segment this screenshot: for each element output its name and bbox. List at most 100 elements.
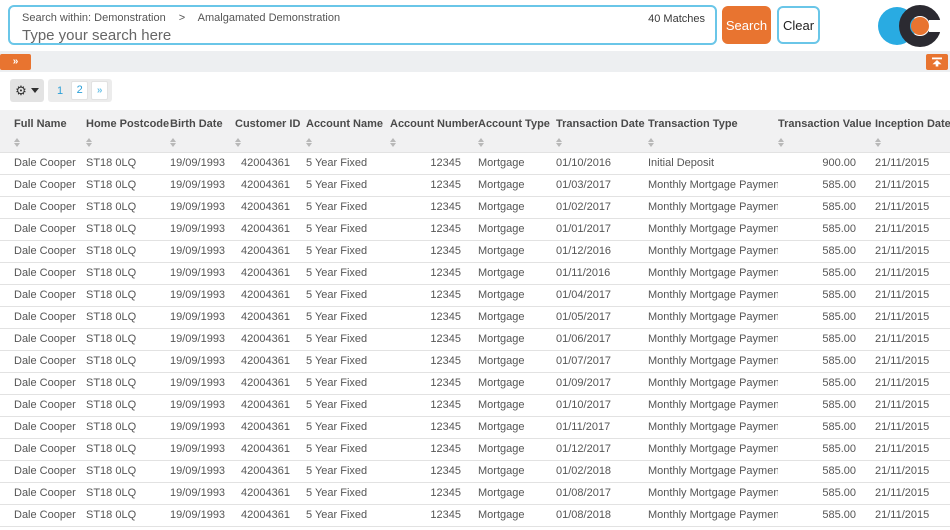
table-cell: 42004361 [235, 328, 306, 350]
table-row[interactable]: Dale CooperST18 0LQ19/09/1993420043615 Y… [0, 372, 950, 394]
table-cell: 12345 [390, 482, 478, 504]
column-header-account-number[interactable]: Account Number [390, 110, 478, 152]
search-box[interactable]: Search within: Demonstration > Amalgamat… [8, 5, 717, 45]
table-row[interactable]: Dale CooperST18 0LQ19/09/1993420043615 Y… [0, 504, 950, 526]
column-header-customer-id[interactable]: Customer ID [235, 110, 306, 152]
table-cell: Mortgage [478, 284, 556, 306]
table-cell: Mortgage [478, 460, 556, 482]
table-cell: 19/09/1993 [170, 482, 235, 504]
column-header-label: Full Name [14, 118, 82, 130]
expand-panel-button[interactable]: » [0, 54, 31, 70]
column-header-transaction-type[interactable]: Transaction Type [648, 110, 778, 152]
table-cell: 585.00 [778, 372, 875, 394]
sort-icon[interactable] [235, 138, 241, 147]
table-cell: Mortgage [478, 196, 556, 218]
table-cell: 01/02/2017 [556, 196, 648, 218]
table-cell: Dale Cooper [0, 482, 86, 504]
table-row[interactable]: Dale CooperST18 0LQ19/09/1993420043615 Y… [0, 262, 950, 284]
table-cell: Mortgage [478, 328, 556, 350]
table-cell: 5 Year Fixed [306, 218, 390, 240]
table-cell: 585.00 [778, 504, 875, 526]
table-row[interactable]: Dale CooperST18 0LQ19/09/1993420043615 Y… [0, 460, 950, 482]
collapse-top-button[interactable] [926, 54, 948, 70]
table-cell: ST18 0LQ [86, 460, 170, 482]
column-header-birth-date[interactable]: Birth Date [170, 110, 235, 152]
pagination-page-2[interactable]: 2 [71, 81, 88, 100]
pagination: 1 2 » [48, 79, 112, 102]
table-cell: 12345 [390, 416, 478, 438]
table-row[interactable]: Dale CooperST18 0LQ19/09/1993420043615 Y… [0, 174, 950, 196]
table-row[interactable]: Dale CooperST18 0LQ19/09/1993420043615 Y… [0, 394, 950, 416]
table-row[interactable]: Dale CooperST18 0LQ19/09/1993420043615 Y… [0, 306, 950, 328]
column-header-account-type[interactable]: Account Type [478, 110, 556, 152]
table-cell: ST18 0LQ [86, 482, 170, 504]
table-cell: ST18 0LQ [86, 416, 170, 438]
table-cell: 19/09/1993 [170, 284, 235, 306]
table-cell: 21/11/2015 [875, 262, 950, 284]
table-row[interactable]: Dale CooperST18 0LQ19/09/1993420043615 Y… [0, 240, 950, 262]
sort-icon[interactable] [556, 138, 562, 147]
breadcrumb-separator: > [179, 12, 185, 24]
table-row[interactable]: Dale CooperST18 0LQ19/09/1993420043615 Y… [0, 328, 950, 350]
sort-icon[interactable] [306, 138, 312, 147]
table-cell: 5 Year Fixed [306, 262, 390, 284]
table-row[interactable]: Dale CooperST18 0LQ19/09/1993420043615 Y… [0, 196, 950, 218]
sort-up-arrow [390, 138, 396, 142]
column-header-label: Home Postcode [86, 118, 166, 130]
table-cell: Dale Cooper [0, 460, 86, 482]
column-header-transaction-date[interactable]: Transaction Date [556, 110, 648, 152]
sort-icon[interactable] [648, 138, 654, 147]
table-row[interactable]: Dale CooperST18 0LQ19/09/1993420043615 Y… [0, 350, 950, 372]
table-cell: ST18 0LQ [86, 284, 170, 306]
table-row[interactable]: Dale CooperST18 0LQ19/09/1993420043615 Y… [0, 482, 950, 504]
table-cell: Mortgage [478, 174, 556, 196]
sort-icon[interactable] [875, 138, 881, 147]
table-row[interactable]: Dale CooperST18 0LQ19/09/1993420043615 Y… [0, 284, 950, 306]
table-row[interactable]: Dale CooperST18 0LQ19/09/1993420043615 Y… [0, 218, 950, 240]
table-cell: 01/09/2017 [556, 372, 648, 394]
table-cell: Mortgage [478, 372, 556, 394]
breadcrumb-item-amalgamated-demonstration[interactable]: Amalgamated Demonstration [198, 12, 340, 24]
table-cell: Monthly Mortgage Payment [648, 460, 778, 482]
table-cell: 21/11/2015 [875, 218, 950, 240]
column-header-home-postcode[interactable]: Home Postcode [86, 110, 170, 152]
breadcrumb: Search within: Demonstration > Amalgamat… [22, 12, 340, 24]
column-header-transaction-value[interactable]: Transaction Value [778, 110, 875, 152]
pagination-next-button[interactable]: » [91, 81, 108, 100]
sort-icon[interactable] [86, 138, 92, 147]
table-cell: Initial Deposit [648, 152, 778, 174]
sort-icon[interactable] [778, 138, 784, 147]
table-cell: 21/11/2015 [875, 394, 950, 416]
column-header-label: Account Type [478, 118, 552, 130]
table-row[interactable]: Dale CooperST18 0LQ19/09/1993420043615 Y… [0, 416, 950, 438]
table-cell: Monthly Mortgage Payment [648, 394, 778, 416]
column-header-account-name[interactable]: Account Name [306, 110, 390, 152]
column-header-full-name[interactable]: Full Name [0, 110, 86, 152]
table-cell: ST18 0LQ [86, 394, 170, 416]
table-cell: 19/09/1993 [170, 152, 235, 174]
sort-icon[interactable] [170, 138, 176, 147]
search-input[interactable] [22, 26, 582, 44]
breadcrumb-item-demonstration[interactable]: Demonstration [94, 12, 166, 24]
table-cell: 19/09/1993 [170, 240, 235, 262]
table-cell: Monthly Mortgage Payment [648, 328, 778, 350]
table-row[interactable]: Dale CooperST18 0LQ19/09/1993420043615 Y… [0, 152, 950, 174]
table-cell: 12345 [390, 350, 478, 372]
clear-button[interactable]: Clear [777, 6, 820, 44]
table-cell: 12345 [390, 174, 478, 196]
pagination-page-1-current[interactable]: 1 [52, 85, 68, 97]
search-button[interactable]: Search [722, 6, 771, 44]
sort-up-arrow [778, 138, 784, 142]
table-cell: 12345 [390, 328, 478, 350]
table-cell: Dale Cooper [0, 394, 86, 416]
sort-icon[interactable] [390, 138, 396, 147]
column-header-inception-date[interactable]: Inception Date [875, 110, 950, 152]
settings-dropdown-button[interactable]: ⚙ [10, 79, 44, 102]
sort-icon[interactable] [478, 138, 484, 147]
table-row[interactable]: Dale CooperST18 0LQ19/09/1993420043615 Y… [0, 438, 950, 460]
sort-icon[interactable] [14, 138, 20, 147]
table-cell: 01/11/2017 [556, 416, 648, 438]
table-cell: 21/11/2015 [875, 438, 950, 460]
sort-down-arrow [778, 143, 784, 147]
table-cell: 585.00 [778, 284, 875, 306]
